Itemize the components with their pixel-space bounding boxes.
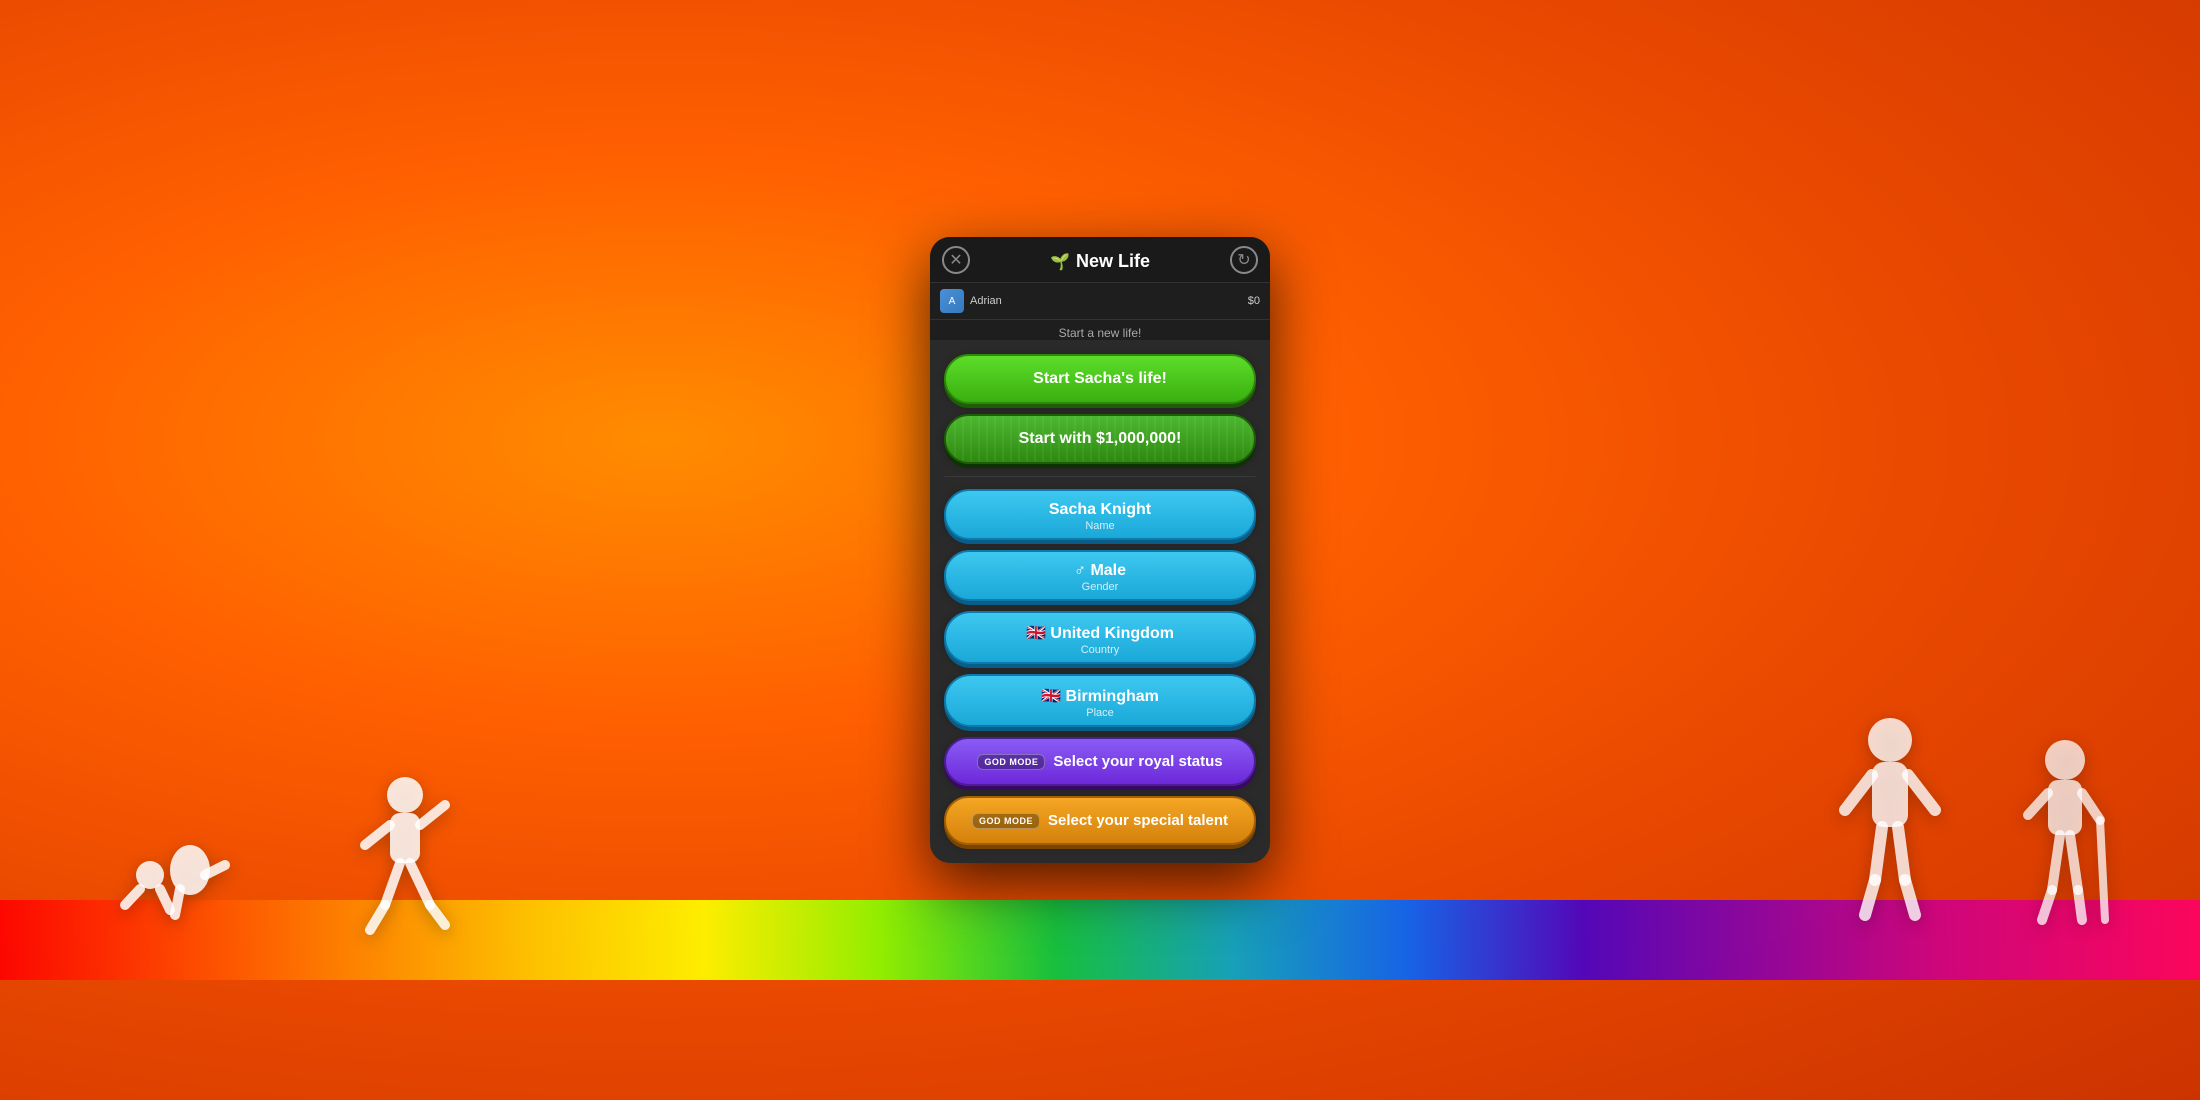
city-sublabel: Place [1086,707,1114,719]
royal-status-button[interactable]: GOD MODE Select your royal status [944,737,1256,786]
title-icon: 🌱 [1050,252,1070,272]
player-money: $0 [1248,295,1260,307]
country-icon: 🇬🇧 [1026,625,1046,642]
divider-1 [944,476,1256,477]
country-selector-button[interactable]: 🇬🇧 United Kingdom Country [944,611,1256,664]
refresh-icon: ↻ [1237,250,1250,270]
gender-label-text: Male [1090,562,1126,579]
gender-sublabel: Gender [1082,581,1119,593]
modal-header: ✕ 🌱 New Life ↻ [930,237,1270,283]
name-sublabel: Name [1085,520,1114,532]
gender-selector-button[interactable]: ♂ Male Gender [944,550,1256,601]
avatar: A [940,289,964,313]
name-selector-button[interactable]: Sacha Knight Name [944,489,1256,540]
royal-label: Select your royal status [1053,753,1222,770]
refresh-button[interactable]: ↻ [1230,246,1258,274]
close-button[interactable]: ✕ [942,246,970,274]
start-life-button[interactable]: Start Sacha's life! [944,354,1256,404]
new-life-modal: ✕ 🌱 New Life ↻ A Adrian $0 Start a new l… [930,237,1270,863]
city-value: 🇬🇧 Birmingham [1041,686,1159,706]
topbar-left: A Adrian [940,289,1002,313]
talent-mode-badge: GOD MODE [972,813,1040,829]
city-selector-button[interactable]: 🇬🇧 Birmingham Place [944,674,1256,727]
modal-body: Start Sacha's life! Start with $1,000,00… [930,340,1270,863]
player-name: Adrian [970,295,1002,307]
name-value: Sacha Knight [1049,501,1151,519]
title-area: 🌱 New Life [1050,251,1150,272]
close-icon: ✕ [949,250,962,270]
modal-subtitle: Start a new life! [930,320,1270,340]
country-label-text: United Kingdom [1050,625,1174,642]
country-value: 🇬🇧 United Kingdom [1026,623,1174,643]
gender-value: ♂ Male [1074,562,1126,580]
start-million-button[interactable]: Start with $1,000,000! [944,414,1256,464]
royal-mode-badge: GOD MODE [977,754,1045,770]
talent-label: Select your special talent [1048,812,1228,829]
special-talent-button[interactable]: GOD MODE Select your special talent [944,796,1256,845]
city-label-text: Birmingham [1066,688,1159,705]
gender-icon: ♂ [1074,562,1086,579]
modal-topbar: A Adrian $0 [930,283,1270,320]
country-sublabel: Country [1081,644,1120,656]
city-icon: 🇬🇧 [1041,688,1061,705]
modal-title: New Life [1076,251,1150,272]
modal-overlay: ✕ 🌱 New Life ↻ A Adrian $0 Start a new l… [0,0,2200,1100]
